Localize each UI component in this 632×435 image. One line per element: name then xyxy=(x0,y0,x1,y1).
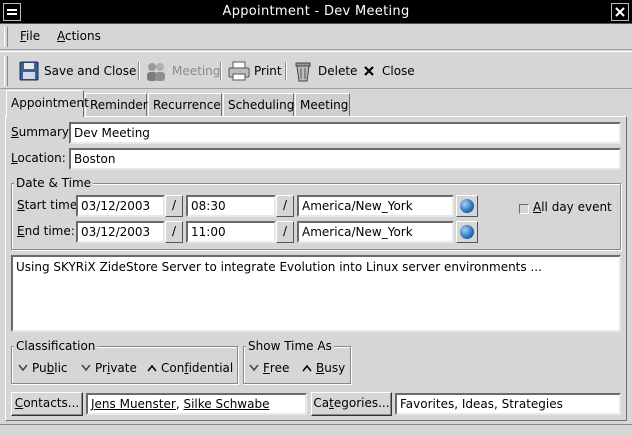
start-date-field[interactable]: 03/12/2003 xyxy=(76,195,165,217)
start-timezone-field[interactable]: America/New_York xyxy=(297,195,454,217)
meeting-label: Meeting xyxy=(172,64,221,78)
toolbar-separator xyxy=(138,62,140,80)
menu-actions[interactable]: Actions xyxy=(57,29,101,43)
start-time-label: Start time: xyxy=(17,198,82,212)
end-date-picker-button[interactable]: / xyxy=(165,221,183,243)
menu-file[interactable]: File xyxy=(20,29,40,43)
close-window-icon[interactable] xyxy=(611,3,629,21)
date-time-title: Date & Time xyxy=(14,176,94,190)
radio-on-icon xyxy=(146,362,158,374)
save-and-close-label: Save and Close xyxy=(44,64,137,78)
tab-appointment[interactable]: Appointment xyxy=(6,90,89,117)
categories-field[interactable]: Favorites, Ideas, Strategies xyxy=(395,393,621,415)
all-day-event-checkbox[interactable] xyxy=(519,204,529,214)
contacts-field[interactable]: Jens Muenster, Silke Schwabe xyxy=(86,393,307,415)
floppy-save-icon xyxy=(18,60,40,82)
end-timezone-globe-icon[interactable] xyxy=(456,221,478,243)
toolbar-grip[interactable] xyxy=(4,56,8,86)
radio-off-icon xyxy=(248,362,260,374)
show-time-as-title: Show Time As xyxy=(246,339,334,353)
toolbar-separator xyxy=(220,62,222,80)
radio-off-icon xyxy=(80,362,92,374)
menubar-grip[interactable] xyxy=(4,27,8,47)
show-time-busy-radio[interactable]: Busy xyxy=(301,361,345,375)
delete-button[interactable]: Delete xyxy=(292,59,357,83)
location-label: Location: xyxy=(11,151,66,165)
classification-private-radio[interactable]: Pr i vate xyxy=(80,361,137,375)
location-field[interactable]: Boston xyxy=(69,148,621,170)
printer-icon xyxy=(228,60,250,82)
window-title: Appointment - Dev Meeting xyxy=(222,4,410,19)
toolbar-separator xyxy=(285,62,287,80)
radio-off-icon xyxy=(17,362,29,374)
people-icon xyxy=(144,60,168,82)
title-bar: Appointment - Dev Meeting xyxy=(0,0,632,24)
delete-label: Delete xyxy=(318,64,358,78)
status-bar xyxy=(0,424,632,435)
summary-field[interactable]: Dev Meeting xyxy=(69,122,621,144)
description-textarea[interactable]: Using SKYRiX ZideStore Server to integra… xyxy=(11,255,621,332)
start-timezone-globe-icon[interactable] xyxy=(456,195,478,217)
tab-meeting[interactable]: Meeting xyxy=(295,93,350,116)
classification-confidential-radio[interactable]: Con f idential xyxy=(146,361,233,375)
categories-button[interactable]: Categories... xyxy=(311,392,392,416)
toolbar: Save and Close Meeting Print Delete Clos… xyxy=(0,51,632,89)
summary-label: Summary: xyxy=(11,125,73,139)
classification-title: Classification xyxy=(14,339,98,353)
contacts-button[interactable]: Contacts... xyxy=(11,392,83,416)
classification-public-radio[interactable]: Pu b lic xyxy=(17,361,68,375)
end-time-dropdown-button[interactable]: / xyxy=(276,221,294,243)
menu-bar: File Actions xyxy=(0,24,632,50)
end-date-field[interactable]: 03/12/2003 xyxy=(76,221,165,243)
print-label: Print xyxy=(254,64,282,78)
start-time-dropdown-button[interactable]: / xyxy=(276,195,294,217)
close-x-icon xyxy=(362,60,378,82)
all-day-event-label[interactable]: All day event xyxy=(533,200,612,214)
tab-recurrence[interactable]: Recurrence xyxy=(148,93,222,116)
start-date-picker-button[interactable]: / xyxy=(165,195,183,217)
tab-scheduling[interactable]: Scheduling xyxy=(223,93,294,116)
meeting-button[interactable]: Meeting xyxy=(144,59,220,83)
tab-reminder[interactable]: Reminder xyxy=(85,93,148,116)
start-time-field[interactable]: 08:30 xyxy=(186,195,276,217)
end-time-field[interactable]: 11:00 xyxy=(186,221,276,243)
save-and-close-button[interactable]: Save and Close xyxy=(18,59,136,83)
radio-on-icon xyxy=(301,362,313,374)
end-time-label: End time: xyxy=(17,224,75,238)
close-label: Close xyxy=(382,64,415,78)
close-button[interactable]: Close xyxy=(362,59,415,83)
trash-can-icon xyxy=(292,60,314,82)
print-button[interactable]: Print xyxy=(228,59,282,83)
show-time-free-radio[interactable]: Free xyxy=(248,361,289,375)
end-timezone-field[interactable]: America/New_York xyxy=(297,221,454,243)
